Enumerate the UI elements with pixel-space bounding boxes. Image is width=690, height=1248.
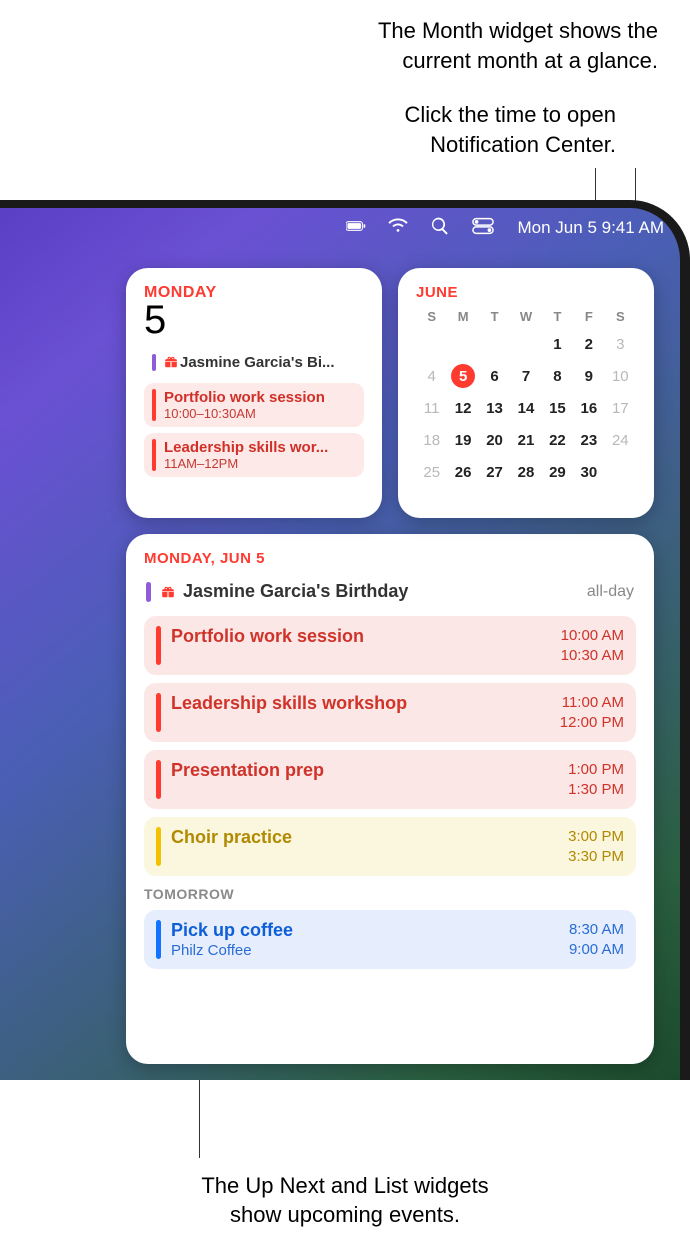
calendar-day[interactable]: 9 xyxy=(573,364,604,388)
calendar-day[interactable]: 2 xyxy=(573,332,604,356)
event-times: 10:00 AM10:30 AM xyxy=(561,626,624,665)
event-title: Presentation prep xyxy=(171,760,558,781)
event-title: Jasmine Garcia's Bi... xyxy=(164,354,356,371)
gift-icon xyxy=(164,354,180,371)
upnext-event[interactable]: Jasmine Garcia's Bi... xyxy=(144,348,364,377)
calendar-day[interactable]: 13 xyxy=(479,396,510,420)
calendar-day[interactable]: 1 xyxy=(542,332,573,356)
calendar-dow: W xyxy=(510,309,541,324)
calendar-day[interactable]: 15 xyxy=(542,396,573,420)
calendar-dow: S xyxy=(416,309,447,324)
calendar-day[interactable]: 28 xyxy=(510,460,541,484)
event-times: 3:00 PM3:30 PM xyxy=(568,827,624,866)
month-title: June xyxy=(416,284,636,301)
calendar-day[interactable]: 18 xyxy=(416,428,447,452)
month-widget[interactable]: June SMTWTFS1234567891011121314151617181… xyxy=(398,268,654,518)
event-color-bar xyxy=(156,693,161,732)
calendar-day[interactable]: 22 xyxy=(542,428,573,452)
calendar-day[interactable]: 8 xyxy=(542,364,573,388)
event-color-bar xyxy=(146,582,151,602)
calendar-day[interactable]: 26 xyxy=(447,460,478,484)
calendar-grid: SMTWTFS123456789101112131415161718192021… xyxy=(416,309,636,484)
calendar-day[interactable]: 21 xyxy=(510,428,541,452)
event-title: Portfolio work session xyxy=(164,389,356,406)
calendar-day[interactable]: 14 xyxy=(510,396,541,420)
calendar-day[interactable]: 12 xyxy=(447,396,478,420)
calendar-day[interactable]: 11 xyxy=(416,396,447,420)
event-color-bar xyxy=(156,626,161,665)
upnext-date: 5 xyxy=(144,300,364,340)
wifi-icon[interactable] xyxy=(388,216,408,241)
calendar-day[interactable]: 5 xyxy=(447,364,478,388)
event-times: 8:30 AM9:00 AM xyxy=(569,920,624,959)
list-event[interactable]: Portfolio work session 10:00 AM10:30 AM xyxy=(144,616,636,675)
menubar: Mon Jun 5 9:41 AM xyxy=(0,208,680,248)
calendar-day[interactable]: 29 xyxy=(542,460,573,484)
callout-notification-center: Click the time to openNotification Cente… xyxy=(404,100,616,159)
control-center-icon[interactable] xyxy=(472,217,494,240)
event-times: 11:00 AM12:00 PM xyxy=(560,693,624,732)
upnext-widget[interactable]: Monday 5 Jasmine Garcia's Bi...Portfolio… xyxy=(126,268,382,518)
calendar-dow: M xyxy=(447,309,478,324)
event-title: Jasmine Garcia's Birthday xyxy=(161,581,577,602)
calendar-dow: S xyxy=(605,309,636,324)
callout-upnext-list: The Up Next and List widgetsshow upcomin… xyxy=(35,1171,656,1230)
list-header: Monday, Jun 5 xyxy=(144,550,636,567)
calendar-day[interactable]: 3 xyxy=(605,332,636,356)
calendar-day[interactable]: 25 xyxy=(416,460,447,484)
desktop: Mon Jun 5 9:41 AM Monday 5 Jasmine Garci… xyxy=(0,200,690,1080)
upnext-event[interactable]: Leadership skills wor...11AM–12PM xyxy=(144,433,364,477)
event-location: Philz Coffee xyxy=(171,942,559,959)
calendar-day[interactable]: 7 xyxy=(510,364,541,388)
event-color-bar xyxy=(156,827,161,866)
calendar-day[interactable]: 19 xyxy=(447,428,478,452)
list-widget[interactable]: Monday, Jun 5 Jasmine Garcia's Birthday … xyxy=(126,534,654,1064)
calendar-dow: F xyxy=(573,309,604,324)
menubar-datetime[interactable]: Mon Jun 5 9:41 AM xyxy=(518,218,664,238)
gift-icon xyxy=(161,581,177,602)
list-allday-event[interactable]: Jasmine Garcia's Birthday all-day xyxy=(144,577,636,616)
battery-icon[interactable] xyxy=(346,216,366,241)
callout-month-widget: The Month widget shows thecurrent month … xyxy=(378,16,658,75)
event-color-bar xyxy=(152,439,156,471)
calendar-day[interactable]: 20 xyxy=(479,428,510,452)
event-title: Portfolio work session xyxy=(171,626,551,647)
allday-tag: all-day xyxy=(587,583,634,601)
list-event[interactable]: Choir practice 3:00 PM3:30 PM xyxy=(144,817,636,876)
list-event[interactable]: Leadership skills workshop 11:00 AM12:00 … xyxy=(144,683,636,742)
callout-line xyxy=(199,1078,200,1158)
calendar-day[interactable]: 6 xyxy=(479,364,510,388)
tomorrow-label: Tomorrow xyxy=(144,886,636,902)
event-title: Leadership skills workshop xyxy=(171,693,550,714)
calendar-day[interactable]: 23 xyxy=(573,428,604,452)
event-time: 11AM–12PM xyxy=(164,456,356,471)
event-title: Choir practice xyxy=(171,827,558,848)
calendar-dow: T xyxy=(479,309,510,324)
calendar-day[interactable]: 10 xyxy=(605,364,636,388)
list-event[interactable]: Pick up coffeePhilz Coffee 8:30 AM9:00 AM xyxy=(144,910,636,969)
list-event[interactable]: Presentation prep 1:00 PM1:30 PM xyxy=(144,750,636,809)
event-color-bar xyxy=(156,760,161,799)
calendar-day[interactable]: 17 xyxy=(605,396,636,420)
calendar-day[interactable]: 24 xyxy=(605,428,636,452)
upnext-event[interactable]: Portfolio work session10:00–10:30AM xyxy=(144,383,364,427)
event-time: 10:00–10:30AM xyxy=(164,406,356,421)
calendar-day[interactable]: 27 xyxy=(479,460,510,484)
calendar-day[interactable]: 16 xyxy=(573,396,604,420)
calendar-dow: T xyxy=(542,309,573,324)
calendar-day[interactable]: 30 xyxy=(573,460,604,484)
notification-center-widgets: Monday 5 Jasmine Garcia's Bi...Portfolio… xyxy=(126,268,654,1064)
event-title: Leadership skills wor... xyxy=(164,439,356,456)
event-title: Pick up coffee xyxy=(171,920,559,941)
event-color-bar xyxy=(152,389,156,421)
event-color-bar xyxy=(156,920,161,959)
calendar-day[interactable]: 4 xyxy=(416,364,447,388)
event-color-bar xyxy=(152,354,156,371)
search-icon[interactable] xyxy=(430,216,450,241)
event-times: 1:00 PM1:30 PM xyxy=(568,760,624,799)
